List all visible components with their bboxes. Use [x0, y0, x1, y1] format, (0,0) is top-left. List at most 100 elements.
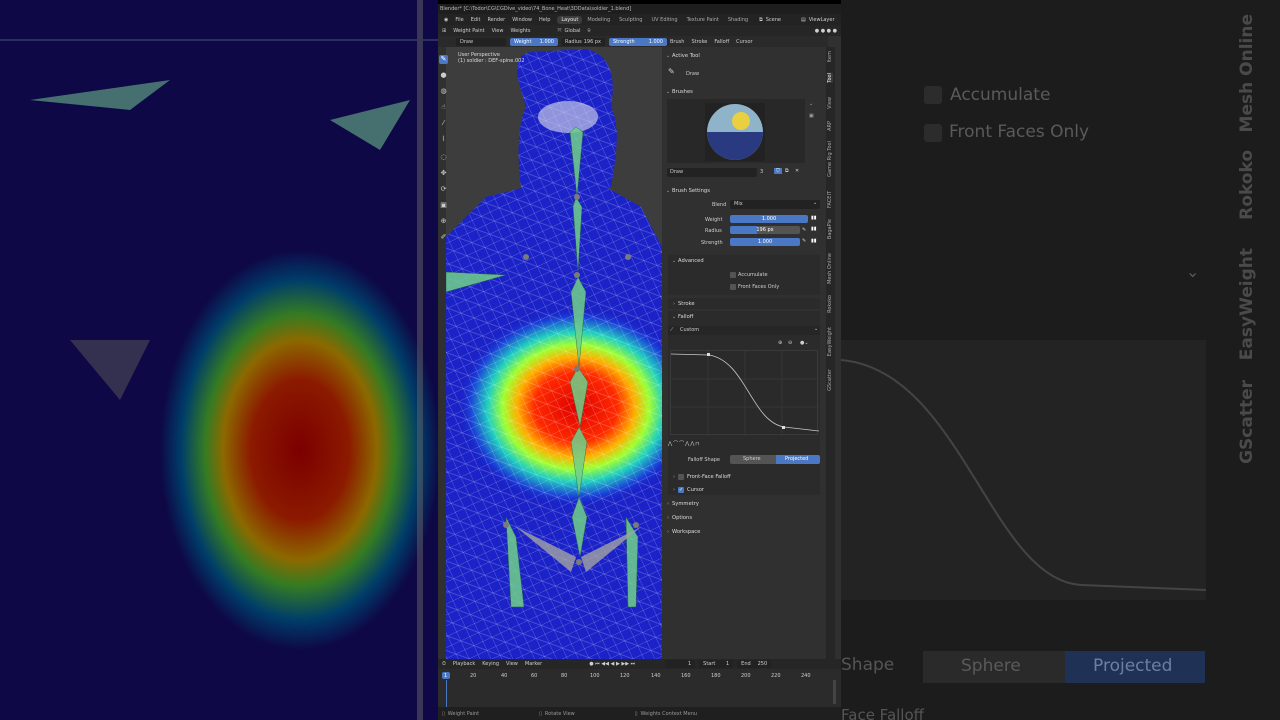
rotate-tool-icon[interactable]: ⟳ — [439, 185, 448, 194]
section-cursor[interactable]: › ✓ Cursor — [670, 485, 830, 495]
tab-view[interactable]: View — [827, 97, 833, 109]
snap-icon[interactable]: ⌾ — [587, 28, 590, 34]
menu-window[interactable]: Window — [512, 17, 532, 23]
tab-bagapie[interactable]: BagaPie — [827, 219, 833, 239]
tab-shading[interactable]: Shading — [724, 16, 752, 24]
tab-uv-editing[interactable]: UV Editing — [647, 16, 681, 24]
draw-tool-icon[interactable]: ✎ — [439, 55, 448, 64]
current-frame-field[interactable]: 1 — [665, 660, 696, 668]
section-front-face-falloff[interactable]: › Front-Face Falloff — [670, 472, 830, 482]
move-tool-icon[interactable]: ✥ — [439, 169, 448, 178]
gradient-tool-icon[interactable]: ⁄ — [439, 119, 448, 128]
clock-icon[interactable]: ⏱ — [442, 661, 446, 667]
stroke-menu[interactable]: Stroke — [691, 39, 707, 45]
start-frame-field[interactable]: Start 1 — [699, 660, 734, 668]
editor-type-icon[interactable]: ⊞ — [442, 28, 446, 34]
duplicate-brush-icon[interactable]: ⧉ — [785, 168, 789, 174]
view-layer-name[interactable]: ViewLayer — [809, 17, 835, 23]
menu-render[interactable]: Render — [487, 17, 505, 23]
eyedropper-icon[interactable]: ✎ — [802, 227, 806, 233]
section-stroke[interactable]: › Stroke — [670, 299, 830, 309]
tab-item[interactable]: Item — [827, 51, 833, 62]
section-options[interactable]: › Options — [664, 513, 824, 523]
blender-logo-icon[interactable]: ◉ — [444, 17, 448, 23]
average-tool-icon[interactable]: ◍ — [439, 87, 448, 96]
blur-tool-icon[interactable]: ● — [439, 71, 448, 80]
zoom-in-icon[interactable]: ⊕ — [778, 340, 782, 346]
brush-preview-frame[interactable] — [667, 99, 805, 163]
blend-select[interactable]: Mix ⌄ — [730, 200, 820, 209]
radius-slider[interactable]: 196 px — [730, 226, 800, 234]
section-active-tool[interactable]: ⌄ Active Tool — [664, 51, 824, 61]
view-menu[interactable]: View — [492, 28, 504, 34]
timeline-area[interactable]: 1 20 40 60 80 100 120 140 160 180 200 22… — [438, 669, 841, 707]
fake-user-icon[interactable]: ⛉ — [774, 168, 782, 174]
brush-menu[interactable]: Brush — [670, 39, 684, 45]
eyedropper-icon[interactable]: ✎ — [802, 238, 806, 244]
falloff-shape-projected[interactable]: Projected — [776, 455, 820, 464]
scale-tool-icon[interactable]: ▣ — [439, 201, 448, 210]
menu-file[interactable]: File — [455, 17, 463, 23]
keying-menu[interactable]: Keying — [482, 661, 499, 667]
falloff-shape-sphere[interactable]: Sphere — [730, 455, 776, 464]
smear-tool-icon[interactable]: ☝ — [439, 103, 448, 112]
tab-rokoko[interactable]: Rokoko — [827, 295, 833, 313]
accumulate-checkbox[interactable] — [730, 272, 736, 278]
section-advanced[interactable]: ⌄ Advanced — [670, 256, 830, 266]
strength-field[interactable]: Strength 1.000 — [609, 37, 667, 46]
front-faces-only-checkbox[interactable] — [730, 284, 736, 290]
tab-faceit[interactable]: FACEIT — [827, 191, 833, 208]
end-frame-field[interactable]: End 250 — [737, 660, 772, 668]
tab-arp[interactable]: ARP — [827, 121, 833, 131]
cursor-menu[interactable]: Cursor — [736, 39, 752, 45]
weight-field[interactable]: Weight 1.000 — [510, 37, 558, 46]
falloff-preset-select[interactable]: ⟋ Custom ⌄ — [668, 326, 820, 335]
timeline-view-menu[interactable]: View — [506, 661, 518, 667]
zoom-out-icon[interactable]: ⊖ — [788, 340, 792, 346]
brush-name-field[interactable]: Draw — [667, 168, 757, 177]
radius-field[interactable]: Radius 196 px — [561, 37, 605, 46]
scene-name[interactable]: Scene — [766, 17, 781, 23]
menu-help[interactable]: Help — [539, 17, 550, 23]
falloff-curve-editor[interactable] — [670, 350, 820, 436]
section-falloff[interactable]: ⌄ Falloff — [670, 312, 830, 322]
playhead[interactable] — [446, 680, 447, 707]
brush-select[interactable]: Draw — [456, 37, 506, 46]
curve-preset-icons[interactable]: ⋀⌒⌒⋀⋀⊓ — [668, 440, 700, 447]
marker-menu[interactable]: Marker — [525, 661, 542, 667]
playback-controls-icon[interactable]: ● ⏮ ◀◀ ◀ ▶ ▶▶ ⏭ — [589, 661, 635, 667]
annotate-tool-icon[interactable]: ✐ — [439, 233, 448, 242]
pressure-toggle-icon[interactable]: ▮▮ — [811, 215, 817, 221]
transform-tool-icon[interactable]: ⊕ — [439, 217, 448, 226]
orientation-select[interactable]: Global — [565, 28, 581, 34]
tab-easyweight[interactable]: EasyWeight — [827, 327, 833, 356]
section-symmetry[interactable]: › Symmetry — [664, 499, 824, 509]
sample-weight-icon[interactable]: ⌇ — [439, 135, 448, 144]
falloff-menu[interactable]: Falloff — [714, 39, 729, 45]
tab-layout[interactable]: Layout — [557, 15, 583, 24]
tab-modeling[interactable]: Modeling — [583, 16, 614, 24]
tab-mesh-online[interactable]: Mesh Online — [827, 253, 833, 284]
3d-viewport[interactable] — [446, 47, 662, 659]
front-face-falloff-checkbox[interactable] — [678, 474, 684, 480]
tab-tool[interactable]: Tool — [827, 73, 833, 83]
section-brush-settings[interactable]: ⌄ Brush Settings — [664, 186, 824, 196]
close-icon[interactable]: ✕ — [795, 168, 799, 174]
pressure-toggle-icon[interactable]: ▮▮ — [811, 226, 817, 232]
tab-sculpting[interactable]: Sculpting — [615, 16, 646, 24]
brush-options-icon[interactable]: ▣ — [809, 113, 814, 119]
weight-slider[interactable]: 1.000 — [730, 215, 808, 223]
menu-edit[interactable]: Edit — [471, 17, 481, 23]
tab-game-rig-tool[interactable]: Game Rig Tool — [827, 141, 833, 177]
timeline-scrollbar[interactable] — [833, 680, 836, 704]
mode-select[interactable]: Weight Paint — [453, 28, 484, 34]
tab-gscatter[interactable]: GScatter — [827, 369, 833, 391]
section-brushes[interactable]: ⌄ Brushes — [664, 87, 824, 97]
playback-menu[interactable]: Playback — [453, 661, 475, 667]
section-workspace[interactable]: › Workspace — [664, 527, 824, 537]
annotate-circle-icon[interactable]: ◌ — [439, 153, 448, 162]
shading-modes-icon[interactable]: ● ● ● ● — [815, 28, 837, 34]
cursor-checkbox[interactable]: ✓ — [678, 487, 684, 493]
pressure-toggle-icon[interactable]: ▮▮ — [811, 238, 817, 244]
strength-slider[interactable]: 1.000 — [730, 238, 800, 246]
